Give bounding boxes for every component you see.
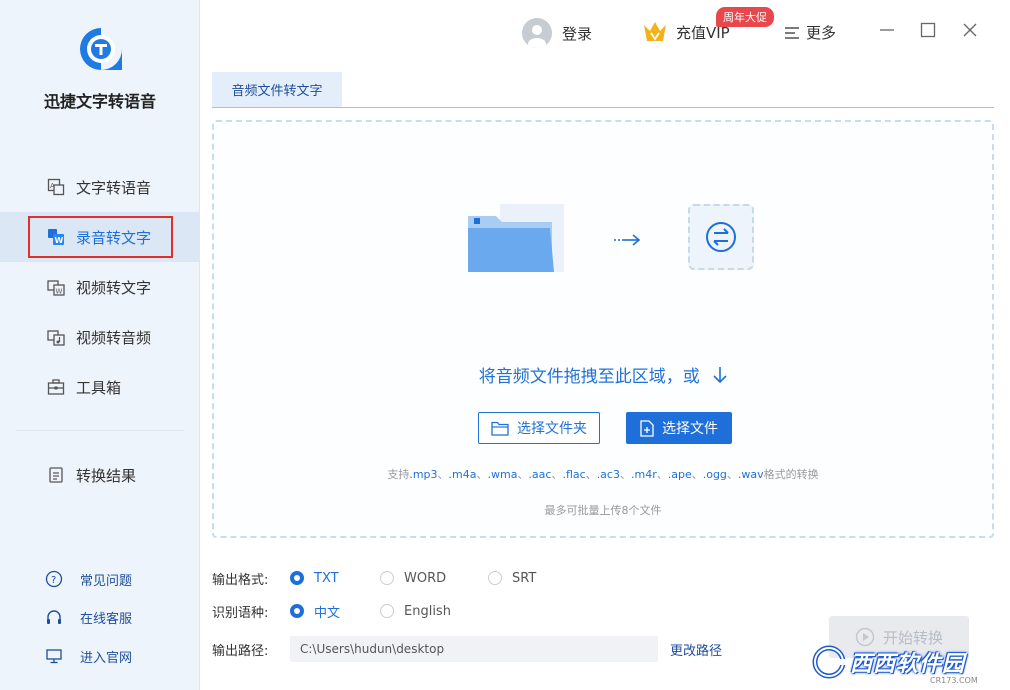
selection-highlight [28,216,173,258]
sidebar-item-audio-to-text[interactable]: W 录音转文字 [0,212,200,262]
result-list-icon [46,465,66,485]
format-radio-word[interactable]: WORD [380,571,488,586]
batch-limit-note: 最多可批量上传8个文件 [544,504,662,517]
output-format-row: 输出格式: TXT WORD SRT [212,567,536,589]
promo-badge: 周年大促 [716,7,774,27]
avatar-icon [522,18,552,48]
sidebar-item-label: 文字转语音 [76,178,152,197]
sidebar-item-toolbox[interactable]: 工具箱 [0,362,200,412]
sidebar: 迅捷文字转语音 A 文字转语音 W 录音转文字 W 视频转文字 视频转音频 工具… [0,0,200,690]
language-label: 识别语种: [212,605,269,621]
watermark-sub: CR173.COM [930,676,978,685]
tab-bar: 音频文件转文字 [212,72,994,108]
drop-zone-title: 将音频文件拖拽至此区域，或 [214,362,992,389]
official-site-link[interactable]: 进入官网 [44,637,132,676]
sidebar-item-text-to-speech[interactable]: A 文字转语音 [0,162,200,212]
supported-formats: 支持.mp3、.m4a、.wma、.aac、.flac、.ac3、.m4r、.a… [387,468,819,481]
toolbox-icon [46,377,66,397]
sidebar-item-video-to-text[interactable]: W 视频转文字 [0,262,200,312]
top-bar: 登录 充值VIP 周年大促 更多 [200,0,1010,66]
lang-radio-english[interactable]: English [380,604,451,619]
app-name: 迅捷文字转语音 [43,92,156,111]
text-to-speech-icon: A [46,177,66,197]
convert-icon [688,204,754,270]
watermark-text: 西西软件园 [850,652,966,677]
sidebar-item-results[interactable]: 转换结果 [0,450,200,500]
select-folder-button[interactable]: 选择文件夹 [478,412,600,444]
change-path-link[interactable]: 更改路径 [670,640,722,659]
sidebar-item-label: 视频转文字 [76,278,152,297]
monitor-icon [44,646,64,666]
minimize-icon [879,22,895,42]
customer-service-link[interactable]: 在线客服 [44,599,132,638]
more-button[interactable]: 更多 [784,22,836,43]
recognition-language-row: 识别语种: 中文 English [212,600,451,622]
crown-icon [642,20,668,44]
output-path-field[interactable]: C:\Users\hudun\desktop [290,636,658,662]
sidebar-item-video-to-audio[interactable]: 视频转音频 [0,312,200,362]
output-format-label: 输出格式: [212,572,269,588]
login-button[interactable]: 登录 [522,18,592,48]
output-path-row: 输出路径: C:\Users\hudun\desktop 更改路径 [212,636,722,662]
svg-text:?: ? [51,575,56,586]
maximize-button[interactable] [918,22,938,42]
tab-audio-to-text[interactable]: 音频文件转文字 [212,72,342,107]
svg-text:W: W [56,288,63,296]
video-to-word-icon: W [46,277,66,297]
format-radio-srt[interactable]: SRT [488,571,536,586]
minimize-button[interactable] [877,22,897,42]
watermark-logo-icon [812,645,846,679]
sidebar-divider [16,430,184,431]
output-path-label: 输出路径: [212,643,269,659]
folder-illustration-icon [468,204,568,288]
sidebar-nav: A 文字转语音 W 录音转文字 W 视频转文字 视频转音频 工具箱 [0,162,200,412]
sidebar-links: ? 常见问题 在线客服 进入官网 [44,560,132,676]
format-radio-txt[interactable]: TXT [290,571,380,586]
folder-icon [491,421,509,436]
headset-icon [44,608,64,628]
arrow-down-icon [713,366,727,389]
select-file-button[interactable]: 选择文件 [626,412,732,444]
close-icon [962,22,978,42]
sidebar-item-label: 视频转音频 [76,328,152,347]
maximize-icon [920,22,936,42]
arrow-right-icon [613,232,641,251]
add-file-icon [640,419,654,437]
sidebar-item-label: 工具箱 [76,378,122,397]
file-drop-zone[interactable]: 将音频文件拖拽至此区域，或 选择文件夹 选择文件 支持.mp3、.m4a、.wm… [212,120,994,538]
app-logo-icon [78,26,124,72]
close-button[interactable] [960,22,980,42]
sidebar-item-label: 转换结果 [76,466,137,485]
svg-text:A: A [50,182,55,190]
faq-link[interactable]: ? 常见问题 [44,560,132,599]
question-icon: ? [44,569,64,589]
lang-radio-chinese[interactable]: 中文 [290,602,380,621]
video-to-audio-icon [46,327,66,347]
menu-icon [784,26,800,40]
